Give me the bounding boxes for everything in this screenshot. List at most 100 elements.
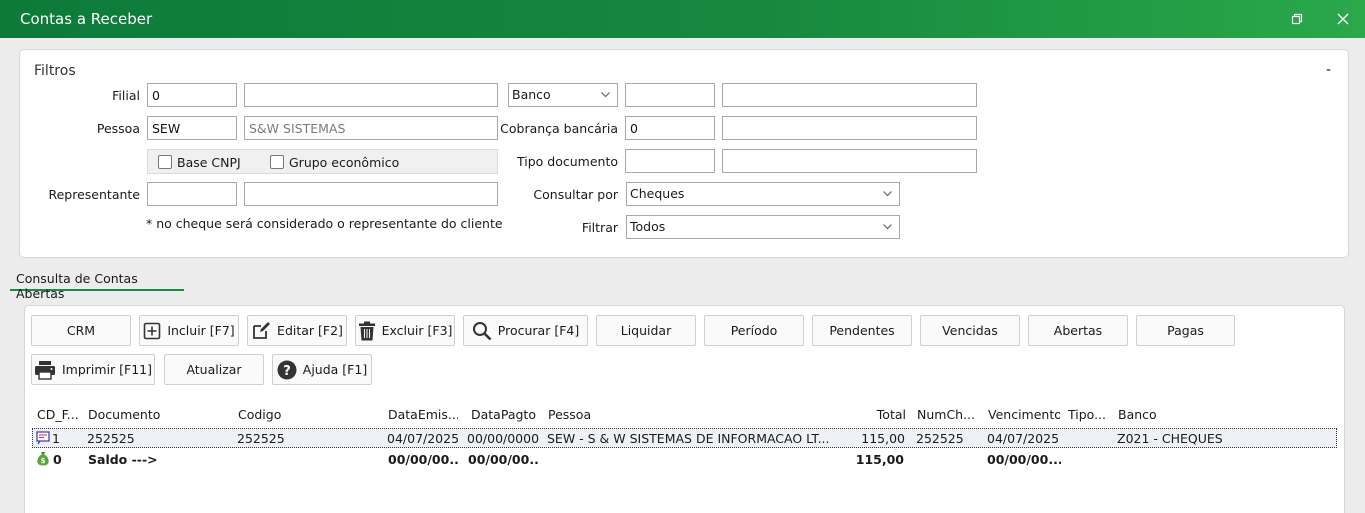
atualizar-button[interactable]: Atualizar (164, 354, 264, 385)
filters-title: Filtros (34, 63, 76, 79)
incluir-button[interactable]: Incluir [F7] (139, 315, 239, 346)
cobranca-code-input[interactable] (625, 116, 715, 140)
periodo-button[interactable]: Período (704, 315, 804, 346)
chevron-down-icon (601, 92, 610, 98)
filial-code-input[interactable] (147, 83, 237, 107)
banco-select-value: Banco (512, 87, 551, 102)
base-cnpj-label: Base CNPJ (177, 155, 241, 170)
pagas-button[interactable]: Pagas (1136, 315, 1235, 346)
trash-icon (358, 321, 375, 340)
close-icon (1337, 13, 1349, 25)
chevron-down-icon (883, 191, 892, 197)
representante-name-input[interactable] (244, 182, 498, 206)
pessoa-name-input[interactable] (244, 116, 498, 140)
representante-note: * no cheque será considerado o represent… (146, 216, 503, 231)
total-row: $ 0 Saldo ---> 00/00/00... 00/00/00... 1… (32, 450, 1337, 470)
edit-icon (253, 321, 271, 339)
periodo-label: Período (730, 323, 778, 338)
procurar-button[interactable]: Procurar [F4] (463, 315, 588, 346)
collapse-button[interactable]: - (1326, 62, 1331, 78)
col-data-pagto[interactable]: DataPagto (471, 407, 541, 422)
grid-header: CD_F... Documento Codigo DataEmis... Dat… (32, 403, 1337, 425)
document-icon (36, 431, 50, 445)
tipo-documento-name-input[interactable] (722, 149, 977, 173)
filial-label: Filial (112, 88, 140, 103)
consulta-panel: CRM Incluir [F7] Editar [F2] Excluir [F3… (24, 305, 1345, 513)
liquidar-button[interactable]: Liquidar (596, 315, 696, 346)
total-value: 115,00 (855, 452, 904, 467)
imprimir-button[interactable]: Imprimir [F11] (31, 354, 155, 385)
abertas-button[interactable]: Abertas (1028, 315, 1128, 346)
col-banco[interactable]: Banco (1118, 407, 1318, 422)
col-num-cheque[interactable]: NumCh... (917, 407, 977, 422)
total-data-pagto: 00/00/00... (468, 452, 540, 467)
ajuda-button[interactable]: ? Ajuda [F1] (272, 354, 372, 385)
banco-select[interactable]: Banco (508, 83, 618, 107)
total-cd-f: 0 (53, 452, 62, 467)
tipo-documento-code-input[interactable] (625, 149, 715, 173)
filtrar-value: Todos (630, 219, 666, 234)
cell-documento: 252525 (87, 431, 135, 446)
representante-code-input[interactable] (147, 182, 237, 206)
cell-cd-f: 1 (52, 431, 60, 446)
cell-data-pagto: 00/00/0000 (467, 431, 539, 446)
col-total[interactable]: Total (838, 407, 906, 422)
base-cnpj-checkbox[interactable] (158, 155, 172, 169)
window-title: Contas a Receber (20, 10, 153, 28)
procurar-label: Procurar [F4] (497, 323, 580, 338)
banco-name-input[interactable] (722, 83, 977, 107)
crm-button[interactable]: CRM (31, 315, 131, 346)
table-row[interactable]: 1 252525 252525 04/07/2025 00/00/0000 SE… (32, 428, 1337, 448)
money-bag-icon: $ (37, 452, 49, 466)
title-bar: Contas a Receber (0, 0, 1365, 38)
filtrar-select[interactable]: Todos (626, 215, 900, 239)
pessoa-code-input[interactable] (147, 116, 237, 140)
cell-data-emissao: 04/07/2025 (387, 431, 459, 446)
pendentes-button[interactable]: Pendentes (812, 315, 912, 346)
col-cd-f[interactable]: CD_F... (37, 407, 79, 422)
help-icon: ? (277, 360, 297, 379)
grupo-economico-checkbox[interactable] (270, 155, 284, 169)
excluir-button[interactable]: Excluir [F3] (355, 315, 455, 346)
consultar-por-label: Consultar por (533, 187, 618, 202)
consultar-por-select[interactable]: Cheques (626, 182, 900, 206)
crm-label: CRM (66, 323, 96, 338)
chevron-down-icon (883, 224, 892, 230)
vencidas-button[interactable]: Vencidas (920, 315, 1020, 346)
total-data-emissao: 00/00/00... (388, 452, 458, 467)
editar-label: Editar [F2] (277, 323, 343, 338)
pessoa-label: Pessoa (96, 121, 140, 136)
col-pessoa[interactable]: Pessoa (548, 407, 828, 422)
col-vencimento[interactable]: Vencimento (988, 407, 1060, 422)
cell-codigo: 252525 (237, 431, 285, 446)
banco-code-input[interactable] (625, 83, 715, 107)
col-tipo[interactable]: Tipo... (1068, 407, 1114, 422)
atualizar-label: Atualizar (186, 362, 242, 377)
restore-button[interactable] (1284, 6, 1310, 32)
plus-box-icon (144, 322, 161, 339)
cobranca-name-input[interactable] (722, 116, 977, 140)
tab-label: Consulta de Contas Abertas (16, 271, 138, 301)
consultar-por-value: Cheques (630, 186, 685, 201)
close-button[interactable] (1330, 6, 1356, 32)
incluir-label: Incluir [F7] (167, 323, 235, 338)
col-documento[interactable]: Documento (88, 407, 228, 422)
vencidas-label: Vencidas (942, 323, 998, 338)
tab-consulta-contas-abertas[interactable]: Consulta de Contas Abertas (10, 271, 184, 301)
col-codigo[interactable]: Codigo (238, 407, 378, 422)
filial-name-input[interactable] (244, 83, 498, 107)
liquidar-label: Liquidar (620, 323, 672, 338)
abertas-label: Abertas (1053, 323, 1103, 338)
grupo-economico-label: Grupo econômico (289, 155, 400, 170)
cell-num-cheque: 252525 (916, 431, 964, 446)
col-data-emissao[interactable]: DataEmis... (388, 407, 458, 422)
cell-total: 115,00 (861, 431, 905, 446)
imprimir-label: Imprimir [F11] (61, 362, 153, 377)
checkbox-row: Base CNPJ Grupo econômico (147, 149, 498, 174)
cell-banco: Z021 - CHEQUES (1117, 431, 1223, 446)
ajuda-label: Ajuda [F1] (302, 362, 368, 377)
editar-button[interactable]: Editar [F2] (247, 315, 347, 346)
svg-text:$: $ (41, 457, 46, 465)
pendentes-label: Pendentes (829, 323, 895, 338)
total-label: Saldo ---> (88, 452, 158, 467)
